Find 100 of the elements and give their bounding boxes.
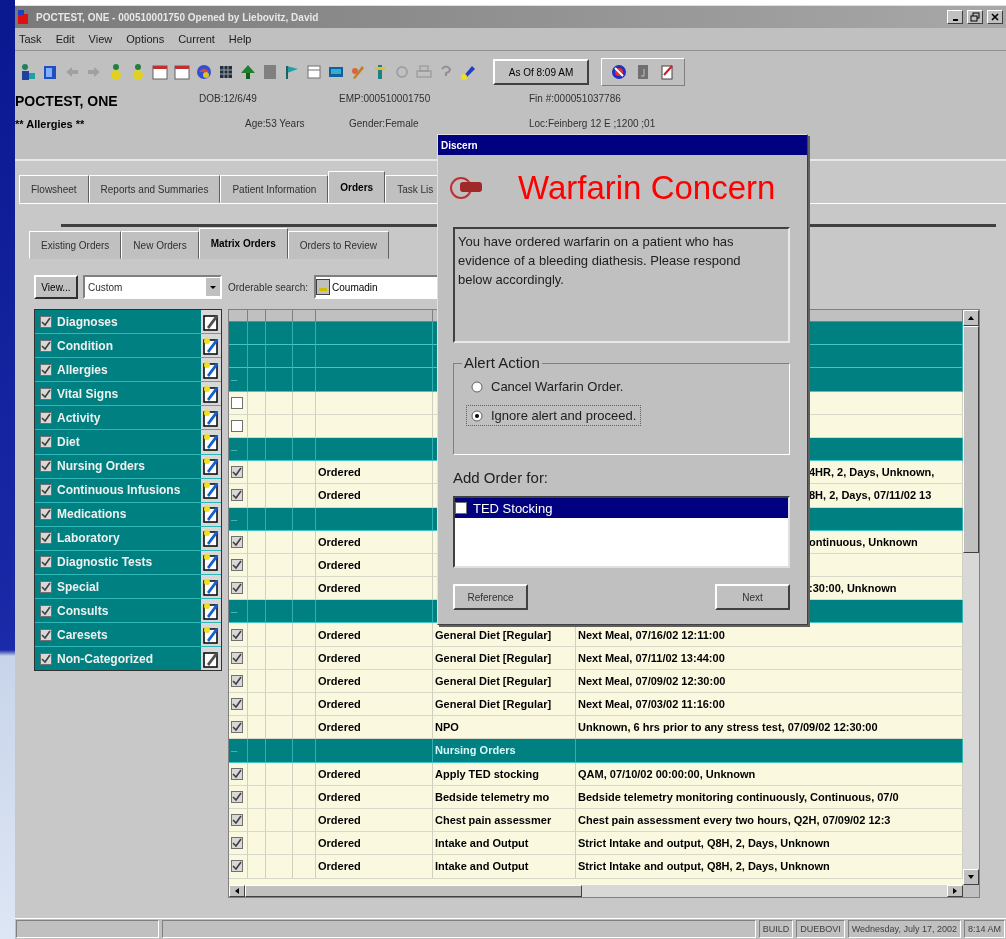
category-checkbox[interactable] <box>40 411 52 424</box>
menu-item[interactable]: Task <box>19 33 42 45</box>
category-item[interactable]: Activity <box>35 406 221 431</box>
category-checkbox[interactable] <box>40 363 52 376</box>
row-checkbox[interactable] <box>231 651 243 664</box>
row-checkbox[interactable] <box>231 767 243 780</box>
tab[interactable]: Flowsheet <box>19 175 89 203</box>
category-checkbox[interactable] <box>40 436 52 448</box>
category-checkbox[interactable] <box>40 387 52 400</box>
category-item[interactable]: Vital Signs <box>35 382 221 407</box>
row-checkbox[interactable] <box>231 674 243 687</box>
category-item[interactable]: Non-Categorized <box>35 647 221 671</box>
edit-icon[interactable] <box>203 408 219 427</box>
tab[interactable]: New Orders <box>121 231 199 259</box>
category-checkbox[interactable] <box>40 315 52 328</box>
tree-icon[interactable] <box>239 63 257 81</box>
tab[interactable]: Orders to Review <box>287 231 389 259</box>
radio-option[interactable]: Cancel Warfarin Order. <box>466 376 629 397</box>
restore-button[interactable] <box>967 10 983 24</box>
category-item[interactable]: Medications <box>35 502 221 527</box>
category-item[interactable]: Laboratory <box>35 526 221 551</box>
tab[interactable]: Patient Information <box>220 175 329 203</box>
row-checkbox[interactable] <box>231 814 243 827</box>
row-checkbox[interactable] <box>231 558 243 571</box>
category-checkbox[interactable] <box>40 628 52 641</box>
row-checkbox[interactable] <box>231 419 243 432</box>
left-arrow-icon[interactable] <box>233 887 241 895</box>
edit-icon[interactable] <box>203 649 219 668</box>
category-item[interactable]: Allergies <box>35 358 221 383</box>
row-checkbox[interactable] <box>231 628 243 641</box>
edit-icon[interactable] <box>203 625 219 644</box>
row-checkbox[interactable] <box>231 466 243 479</box>
up-arrow-icon[interactable] <box>967 314 975 322</box>
tab[interactable]: Reports and Summaries <box>88 175 221 203</box>
row-checkbox[interactable] <box>231 489 243 502</box>
close-button[interactable] <box>987 10 1003 24</box>
dialog-button[interactable]: Reference <box>453 584 528 610</box>
category-item[interactable]: Consults <box>35 599 221 624</box>
row-checkbox[interactable] <box>231 790 243 803</box>
category-checkbox[interactable] <box>40 652 52 665</box>
row-checkbox[interactable] <box>231 837 243 850</box>
category-item[interactable]: Condition <box>35 334 221 359</box>
window-icon[interactable] <box>305 63 323 81</box>
edit-icon[interactable] <box>203 529 219 548</box>
edit-icon[interactable] <box>203 360 219 379</box>
edit-icon[interactable] <box>203 312 219 331</box>
row-checkbox[interactable] <box>231 396 243 409</box>
row-checkbox[interactable] <box>231 721 243 734</box>
minimize-button[interactable] <box>947 10 963 24</box>
edit-icon[interactable] <box>203 577 219 596</box>
down-arrow-icon[interactable] <box>967 873 975 881</box>
category-checkbox[interactable] <box>40 339 52 352</box>
menu-item[interactable]: Edit <box>55 33 75 45</box>
category-checkbox[interactable] <box>40 484 52 497</box>
calendar-icon[interactable] <box>173 63 191 81</box>
radio-button[interactable] <box>471 409 483 422</box>
no-sign-icon[interactable] <box>610 63 628 81</box>
clipboard-icon[interactable] <box>658 63 676 81</box>
category-item[interactable]: Nursing Orders <box>35 454 221 479</box>
vertical-scrollbar[interactable] <box>963 310 979 885</box>
calendar-icon[interactable] <box>151 63 169 81</box>
category-item[interactable]: Diagnoses <box>35 310 221 335</box>
menu-item[interactable]: Current <box>178 33 215 45</box>
menu-item[interactable]: Options <box>126 33 165 45</box>
category-checkbox[interactable] <box>40 460 52 473</box>
tab[interactable]: Orders <box>328 171 386 203</box>
pencil-icon[interactable] <box>459 63 477 81</box>
row-checkbox[interactable] <box>231 582 243 595</box>
menu-item[interactable]: Help <box>228 33 252 45</box>
right-arrow-icon[interactable] <box>951 887 959 895</box>
row-checkbox[interactable] <box>231 860 243 873</box>
category-checkbox[interactable] <box>40 508 52 521</box>
category-checkbox[interactable] <box>40 604 52 617</box>
edit-icon[interactable] <box>203 481 219 500</box>
edit-icon[interactable] <box>203 433 219 451</box>
edit-icon[interactable] <box>203 384 219 403</box>
row-checkbox[interactable] <box>231 698 243 711</box>
row-checkbox[interactable] <box>231 535 243 548</box>
category-item[interactable]: Diet <box>35 430 221 455</box>
category-checkbox[interactable] <box>40 556 52 569</box>
category-item[interactable]: Caresets <box>35 623 221 648</box>
edit-icon[interactable] <box>203 505 219 524</box>
lookup-icon[interactable] <box>316 279 331 295</box>
tab[interactable]: Existing Orders <box>29 231 122 259</box>
book-icon[interactable] <box>41 63 59 81</box>
edit-icon[interactable] <box>203 601 219 620</box>
person-icon[interactable] <box>19 63 37 81</box>
tab[interactable]: Matrix Orders <box>198 228 288 259</box>
menu-item[interactable]: View <box>88 33 113 45</box>
edit-icon[interactable] <box>203 336 219 355</box>
as-of-button[interactable]: As Of 8:09 AM <box>493 59 589 85</box>
category-item[interactable]: Special <box>35 575 221 600</box>
order-list[interactable]: TED Stocking <box>453 496 790 568</box>
category-checkbox[interactable] <box>40 532 52 545</box>
category-item[interactable]: Continuous Infusions <box>35 478 221 503</box>
edit-icon[interactable] <box>203 457 219 476</box>
view-dropdown[interactable]: Custom <box>83 275 222 299</box>
globe-icon[interactable] <box>195 63 213 81</box>
horizontal-scrollbar[interactable] <box>229 885 963 897</box>
category-item[interactable]: Diagnostic Tests <box>35 550 221 576</box>
